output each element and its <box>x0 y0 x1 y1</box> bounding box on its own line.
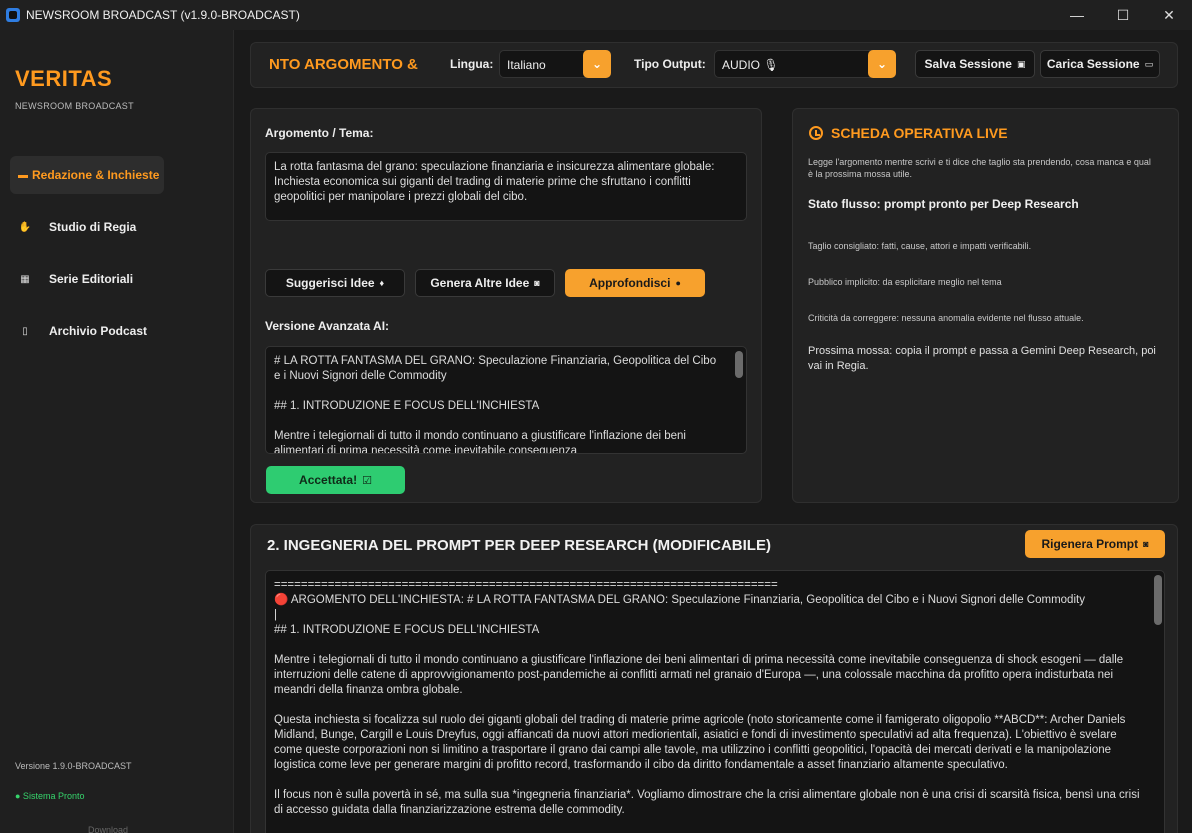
status-indicator: ● Sistema Pronto <box>15 791 85 801</box>
refresh-icon: ◙ <box>1143 539 1149 549</box>
live-panel-title-text: SCHEDA OPERATIVA LIVE <box>831 125 1008 141</box>
sidebar: VERITAS NEWSROOM BROADCAST ▬ Redazione &… <box>0 30 234 833</box>
app-icon <box>6 8 20 22</box>
calendar-icon: ▦ <box>20 273 30 285</box>
maximize-icon[interactable]: ☐ <box>1100 0 1146 30</box>
load-session-label: Carica Sessione <box>1046 57 1140 71</box>
version-label: Versione 1.9.0-BROADCAST <box>15 761 132 771</box>
sidebar-item-label: Serie Editoriali <box>49 272 134 286</box>
sidebar-item-label: Redazione & Inchieste <box>32 168 160 182</box>
advanced-version-textarea[interactable]: # LA ROTTA FANTASMA DEL GRANO: Speculazi… <box>265 346 747 454</box>
prompt-editor[interactable]: ========================================… <box>265 570 1165 833</box>
prompt-scrollbar[interactable] <box>1154 575 1162 625</box>
output-type-label: Tipo Output: <box>634 57 706 71</box>
download-label: Download <box>88 825 129 833</box>
brand-logo: VERITAS <box>15 66 113 91</box>
sidebar-item-archivio[interactable]: ▯ Archivio Podcast <box>10 312 164 350</box>
hand-icon: ✋ <box>18 221 32 233</box>
deepen-button[interactable]: Approfondisci ● <box>565 269 705 297</box>
close-icon[interactable]: ✕ <box>1146 0 1192 30</box>
topic-label: Argomento / Tema: <box>265 126 374 140</box>
language-value: Italiano <box>507 58 546 72</box>
language-select[interactable]: Italiano ⌄ <box>499 50 611 78</box>
lightbulb-icon: ♦ <box>379 278 385 288</box>
topic-card: Argomento / Tema: La rotta fantasma del … <box>250 108 762 503</box>
accepted-label: Accettata! <box>299 473 358 487</box>
prompt-section-title: 2. INGEGNERIA DEL PROMPT PER DEEP RESEAR… <box>267 537 771 554</box>
issues-to-fix: Criticità da correggere: nessuna anomali… <box>808 313 1084 323</box>
regenerate-prompt-button[interactable]: Rigenera Prompt ◙ <box>1025 530 1165 558</box>
checkbox-icon: ☑ <box>362 474 372 487</box>
sidebar-item-redazione[interactable]: ▬ Redazione & Inchieste <box>10 156 164 194</box>
generate-ideas-button[interactable]: Genera Altre Idee ◙ <box>415 269 555 297</box>
next-move: Prossima mossa: copia il prompt e passa … <box>808 345 1156 372</box>
live-intro: Legge l'argomento mentre scrivi e ti dic… <box>808 157 1151 179</box>
chevron-down-icon[interactable]: ⌄ <box>583 50 611 78</box>
output-type-select[interactable]: AUDIO 🎙 ⌄ <box>714 50 896 78</box>
load-session-button[interactable]: Carica Sessione ▭ <box>1040 50 1160 78</box>
save-session-label: Salva Sessione <box>924 57 1012 71</box>
sidebar-item-label: Archivio Podcast <box>49 324 148 338</box>
output-type-value: AUDIO 🎙 <box>722 58 779 72</box>
generate-ideas-label: Genera Altre Idee <box>430 276 530 290</box>
flow-status: Stato flusso: prompt pronto per Deep Res… <box>808 197 1079 211</box>
accepted-button[interactable]: Accettata! ☑ <box>266 466 405 494</box>
sidebar-item-serie[interactable]: ▦ Serie Editoriali <box>10 260 164 298</box>
brain-icon: ● <box>675 278 681 288</box>
sidebar-item-regia[interactable]: ✋ Studio di Regia <box>10 208 164 246</box>
sidebar-item-label: Studio di Regia <box>49 220 137 234</box>
prompt-section: 2. INGEGNERIA DEL PROMPT PER DEEP RESEAR… <box>250 524 1178 833</box>
title-bar: NEWSROOM BROADCAST (v1.9.0-BROADCAST) — … <box>0 0 1192 30</box>
window-controls: — ☐ ✕ <box>1054 0 1192 30</box>
clock-icon <box>809 126 823 140</box>
brand-subtitle: NEWSROOM BROADCAST <box>15 101 134 111</box>
suggest-ideas-button[interactable]: Suggerisci Idee ♦ <box>265 269 405 297</box>
live-panel: SCHEDA OPERATIVA LIVE Legge l'argomento … <box>792 108 1179 503</box>
live-panel-title: SCHEDA OPERATIVA LIVE <box>809 125 1008 141</box>
save-session-button[interactable]: Salva Sessione ▣ <box>915 50 1035 78</box>
save-icon: ▣ <box>1016 58 1026 69</box>
minimize-icon[interactable]: — <box>1054 0 1100 30</box>
suggest-ideas-label: Suggerisci Idee <box>285 276 375 290</box>
chevron-down-icon[interactable]: ⌄ <box>868 50 896 78</box>
newspaper-icon: ▬ <box>18 169 28 181</box>
top-toolbar: NTO ARGOMENTO & Lingua: Italiano ⌄ Tipo … <box>250 42 1178 88</box>
topic-textarea[interactable]: La rotta fantasma del grano: speculazion… <box>265 152 747 221</box>
phone-icon: ▯ <box>22 325 28 337</box>
language-label: Lingua: <box>450 57 494 71</box>
folder-open-icon: ▭ <box>1144 58 1154 69</box>
advanced-scrollbar[interactable] <box>735 351 743 378</box>
regenerate-prompt-label: Rigenera Prompt <box>1041 537 1139 551</box>
advanced-version-label: Versione Avanzata AI: <box>265 319 390 333</box>
marquee-title: NTO ARGOMENTO & <box>269 56 418 73</box>
window-title: NEWSROOM BROADCAST (v1.9.0-BROADCAST) <box>26 8 300 22</box>
deepen-label: Approfondisci <box>589 276 671 290</box>
recommended-cut: Taglio consigliato: fatti, cause, attori… <box>808 241 1032 251</box>
implicit-audience: Pubblico implicito: da esplicitare megli… <box>808 277 1002 287</box>
refresh-icon: ◙ <box>534 278 540 288</box>
